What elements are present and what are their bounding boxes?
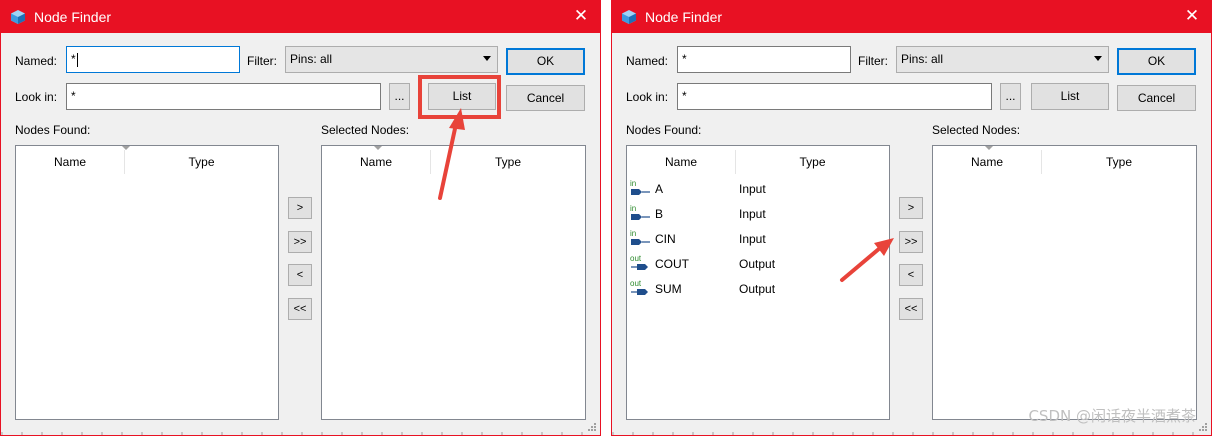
add-selected-button[interactable]: > <box>288 197 312 219</box>
filter-dropdown[interactable]: Pins: all <box>896 46 1109 73</box>
chevron-down-icon <box>1094 56 1102 61</box>
list-header: Name Type <box>322 146 585 176</box>
list-item[interactable]: out SUM Output <box>627 277 889 302</box>
resize-grip-icon[interactable] <box>588 423 596 431</box>
nodes-found-list[interactable]: Name Type in A Input in B Input in CIN I… <box>626 145 890 420</box>
node-name: SUM <box>655 282 682 296</box>
filter-label: Filter: <box>247 54 277 68</box>
node-type: Input <box>739 232 766 246</box>
resize-grip-icon[interactable] <box>1199 423 1207 431</box>
remove-selected-button[interactable]: < <box>288 264 312 286</box>
text-caret <box>76 52 78 67</box>
column-header-name[interactable]: Name <box>16 146 124 176</box>
watermark-text: CSDN @闲话夜半酒煮茶 <box>1028 407 1196 425</box>
named-label: Named: <box>626 54 669 68</box>
pin-tag: in <box>630 229 636 238</box>
node-name: CIN <box>655 232 676 246</box>
selected-nodes-label: Selected Nodes: <box>321 123 410 137</box>
named-value: * <box>71 52 76 66</box>
filter-dropdown[interactable]: Pins: all <box>285 46 498 73</box>
look-in-input[interactable]: * <box>677 83 992 110</box>
title-bar[interactable]: Node Finder ✕ <box>612 1 1211 33</box>
input-pin-icon: in <box>630 229 650 245</box>
nodes-found-label: Nodes Found: <box>626 123 702 137</box>
dialog-title: Node Finder <box>645 9 723 25</box>
column-header-name[interactable]: Name <box>627 146 735 176</box>
node-type: Input <box>739 207 766 221</box>
pin-tag: in <box>630 204 636 213</box>
add-all-button[interactable]: >> <box>288 231 312 253</box>
close-icon[interactable]: ✕ <box>1182 5 1202 27</box>
node-finder-dialog-2: Node Finder ✕ Named: * Filter: Pins: all… <box>611 0 1212 436</box>
add-all-button[interactable]: >> <box>899 231 923 253</box>
list-header: Name Type <box>16 146 278 176</box>
column-header-type[interactable]: Type <box>1042 146 1196 176</box>
annotation-highlight-box <box>418 75 501 119</box>
bottom-edge-strip <box>612 432 1211 435</box>
column-header-type[interactable]: Type <box>736 146 889 176</box>
node-name: B <box>655 207 664 221</box>
node-finder-dialog-1: Node Finder ✕ Named: * Filter: Pins: all… <box>0 0 601 436</box>
output-pin-icon: out <box>630 254 648 270</box>
node-name: COUT <box>655 257 689 271</box>
browse-button[interactable]: ... <box>389 83 410 110</box>
dialog-title: Node Finder <box>34 9 112 25</box>
input-pin-icon: in <box>630 179 650 195</box>
look-in-label: Look in: <box>626 90 669 104</box>
node-type: Output <box>739 282 776 296</box>
output-pin-icon: out <box>630 279 648 295</box>
browse-button[interactable]: ... <box>1000 83 1021 110</box>
remove-selected-button[interactable]: < <box>899 264 923 286</box>
pin-tag: in <box>630 179 636 188</box>
node-name: A <box>655 182 664 196</box>
nodes-found-label: Nodes Found: <box>15 123 91 137</box>
column-header-name[interactable]: Name <box>322 146 430 176</box>
pin-tag: out <box>630 254 642 263</box>
title-bar[interactable]: Node Finder ✕ <box>1 1 600 33</box>
look-in-input[interactable]: * <box>66 83 381 110</box>
selected-nodes-label: Selected Nodes: <box>932 123 1021 137</box>
quartus-app-icon <box>622 10 636 24</box>
node-type: Input <box>739 182 766 196</box>
list-item[interactable]: in A Input <box>627 177 889 202</box>
named-input[interactable]: * <box>677 46 851 73</box>
cancel-button[interactable]: Cancel <box>506 85 585 111</box>
cancel-button[interactable]: Cancel <box>1117 85 1196 111</box>
column-header-name[interactable]: Name <box>933 146 1041 176</box>
remove-all-button[interactable]: << <box>899 298 923 320</box>
column-header-type[interactable]: Type <box>125 146 278 176</box>
filter-label: Filter: <box>858 54 888 68</box>
list-item[interactable]: in CIN Input <box>627 227 889 252</box>
nodes-found-list[interactable]: Name Type <box>15 145 279 420</box>
column-header-type[interactable]: Type <box>431 146 585 176</box>
look-in-label: Look in: <box>15 90 58 104</box>
named-input[interactable]: * <box>66 46 240 73</box>
list-header: Name Type <box>627 146 889 176</box>
ok-button[interactable]: OK <box>1117 48 1196 75</box>
filter-selected-value: Pins: all <box>901 52 944 66</box>
add-selected-button[interactable]: > <box>899 197 923 219</box>
selected-nodes-list[interactable]: Name Type <box>932 145 1197 420</box>
ok-button[interactable]: OK <box>506 48 585 75</box>
selected-nodes-list[interactable]: Name Type <box>321 145 586 420</box>
list-button[interactable]: List <box>1031 83 1109 110</box>
list-item[interactable]: out COUT Output <box>627 252 889 277</box>
filter-selected-value: Pins: all <box>290 52 333 66</box>
pin-tag: out <box>630 279 642 288</box>
named-label: Named: <box>15 54 58 68</box>
close-icon[interactable]: ✕ <box>571 5 591 27</box>
list-header: Name Type <box>933 146 1196 176</box>
chevron-down-icon <box>483 56 491 61</box>
node-type: Output <box>739 257 776 271</box>
quartus-app-icon <box>11 10 25 24</box>
input-pin-icon: in <box>630 204 650 220</box>
list-item[interactable]: in B Input <box>627 202 889 227</box>
remove-all-button[interactable]: << <box>288 298 312 320</box>
bottom-edge-strip <box>1 432 600 435</box>
